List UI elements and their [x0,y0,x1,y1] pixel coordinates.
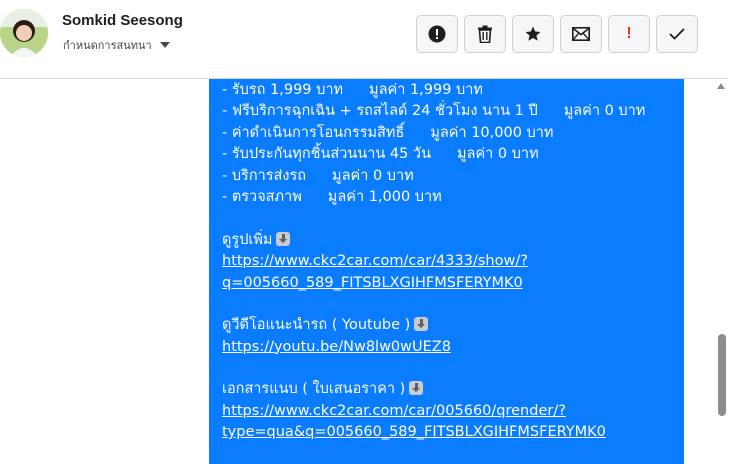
list-item: - ค่าดำเนินการโอนกรรมสิทธิ์ มูลค่า 10,000… [222,124,554,141]
contact-name[interactable]: Somkid Seesong [62,12,183,29]
alert-button[interactable] [416,15,458,53]
trash-icon [478,25,492,43]
star-icon [525,26,541,41]
document-link[interactable]: https://www.ckc2car.com/car/005660/qrend… [222,403,566,419]
scrollbar-thumb[interactable] [718,334,726,416]
scroll-up-arrow-icon[interactable] [717,83,725,89]
conversation-status-dropdown[interactable]: กำหนดการสนทนา [63,36,170,54]
scrollbar-track[interactable] [728,0,740,464]
photos-link[interactable]: https://www.ckc2car.com/car/4333/show/? [222,253,528,269]
list-item: - รับรถ 1,999 บาท มูลค่า 1,999 บาท [222,82,483,98]
mail-button[interactable] [560,15,602,53]
check-icon [669,28,685,40]
down-arrow-icon [409,381,424,396]
mark-important-button[interactable]: ! [608,15,650,53]
list-item: - รับประกันทุกชิ้นส่วนนาน 45 วัน มูลค่า 0… [222,146,539,163]
exclamation-circle-icon [428,25,446,43]
conversation-status-label: กำหนดการสนทนา [63,39,152,52]
avatar[interactable] [0,9,48,57]
delete-button[interactable] [464,15,506,53]
caret-down-icon [159,42,170,48]
photos-heading: ดูรูปเพิ่ม [222,230,684,251]
document-heading: เอกสารแนบ ( ใบเสนอราคา ) [222,379,684,400]
red-exclamation-icon: ! [626,25,632,42]
video-heading: ดูวีดีโอแนะนำรถ ( Youtube ) [222,315,684,336]
down-arrow-icon [276,231,291,246]
conversation-header: Somkid Seesong กำหนดการสนทนา ! [0,0,728,79]
mark-done-button[interactable] [656,15,698,53]
list-item: - บริการส่งรถ มูลค่า 0 บาท [222,167,414,184]
star-button[interactable] [512,15,554,53]
video-link[interactable]: https://youtu.be/Nw8lw0wUEZ8 [222,339,451,355]
photos-link-cont[interactable]: q=005660_589_FITSBLXGIHFMSFERYMK0 [222,275,523,291]
document-link-cont[interactable]: type=qua&q=005660_589_FITSBLXGIHFMSFERYM… [222,424,606,440]
envelope-icon [572,27,590,41]
list-item: - ตรวจสภาพ มูลค่า 1,000 บาท [222,188,442,205]
list-item: - ฟรีบริการฉุกเฉิน + รถสไลด์ 24 ชั่วโมง … [222,103,646,120]
message-bubble: - รับรถ 1,999 บาท มูลค่า 1,999 บาท - ฟรีบ… [209,79,684,464]
down-arrow-icon [414,317,429,332]
